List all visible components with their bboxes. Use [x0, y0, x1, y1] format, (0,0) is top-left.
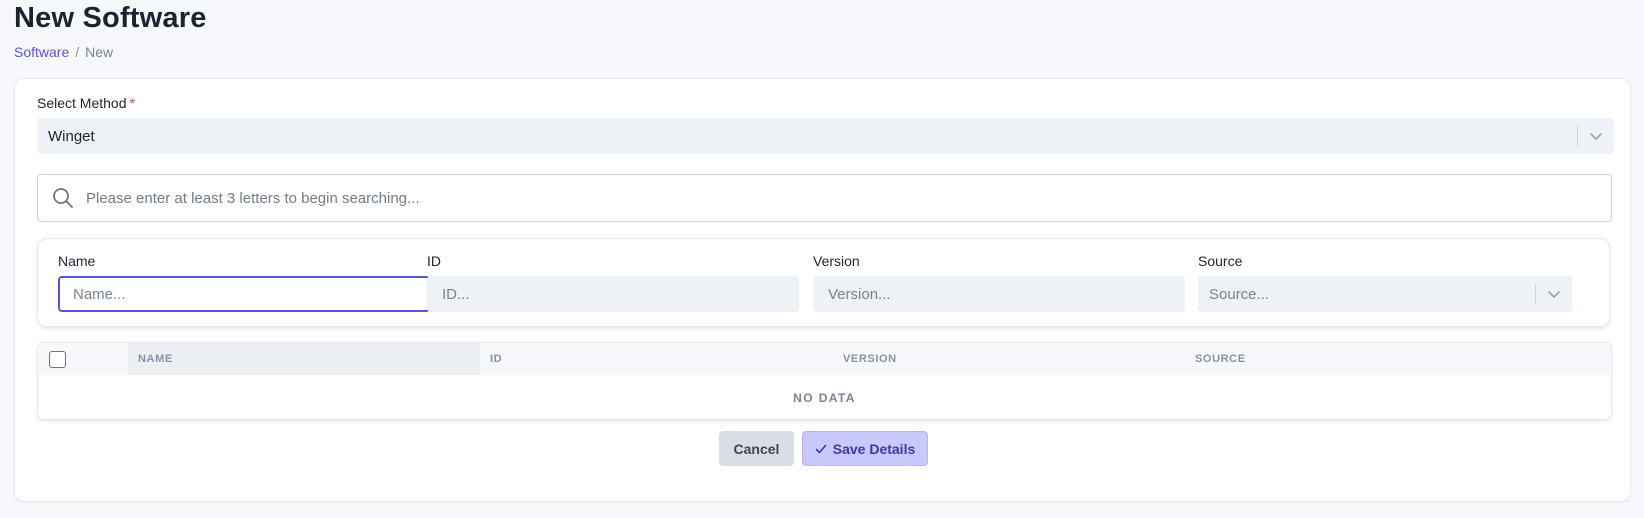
id-filter-input[interactable] — [427, 276, 799, 312]
select-method-label: Select Method * — [37, 95, 135, 111]
table-empty-state: NO DATA — [793, 391, 856, 405]
save-details-label: Save Details — [832, 440, 916, 457]
method-select-value: Winget — [48, 127, 95, 145]
breadcrumb-separator: / — [75, 44, 80, 60]
check-icon — [815, 444, 827, 453]
column-header-source[interactable]: SOURCE — [1195, 343, 1246, 375]
breadcrumb-link-software[interactable]: Software — [14, 44, 69, 60]
filter-id-label: ID — [427, 253, 441, 269]
required-marker: * — [129, 95, 135, 111]
select-method-label-text: Select Method — [37, 95, 127, 111]
filter-name-label: Name — [58, 253, 96, 269]
breadcrumb-current: New — [85, 44, 114, 60]
software-table: NAME ID VERSION SOURCE NO DATA — [37, 342, 1612, 420]
name-filter-input[interactable] — [58, 276, 430, 312]
select-all-checkbox[interactable] — [49, 351, 66, 368]
select-divider — [1577, 126, 1578, 146]
filter-source: Source Source... — [1198, 253, 1572, 312]
filter-id: ID — [427, 253, 799, 312]
method-select[interactable]: Winget — [37, 118, 1614, 154]
chevron-down-icon[interactable] — [1546, 286, 1562, 302]
software-form-card: Select Method* Winget Name ID Version So… — [14, 78, 1631, 502]
filter-version-label: Version — [813, 253, 860, 269]
breadcrumb: Software / New — [14, 44, 113, 60]
cancel-button[interactable]: Cancel — [719, 431, 794, 466]
page-title: New Software — [14, 2, 207, 34]
column-header-name[interactable]: NAME — [128, 343, 480, 375]
source-filter-placeholder: Source... — [1209, 285, 1270, 303]
search-input[interactable] — [86, 183, 1596, 213]
cancel-button-label: Cancel — [733, 440, 780, 457]
save-details-button[interactable]: Save Details — [802, 431, 928, 466]
filter-panel: Name ID Version Source Source... — [37, 238, 1610, 327]
filter-name: Name — [58, 253, 430, 312]
search-box — [37, 174, 1612, 222]
table-header: NAME ID VERSION SOURCE — [38, 343, 1611, 375]
chevron-down-icon[interactable] — [1588, 128, 1604, 144]
search-icon — [53, 188, 73, 208]
filter-source-label: Source — [1198, 253, 1243, 269]
filter-version: Version — [813, 253, 1185, 312]
version-filter-input[interactable] — [813, 276, 1185, 312]
column-header-version[interactable]: VERSION — [843, 343, 897, 375]
source-filter-select[interactable]: Source... — [1198, 276, 1572, 312]
column-header-id[interactable]: ID — [490, 343, 502, 375]
select-divider — [1535, 284, 1536, 304]
